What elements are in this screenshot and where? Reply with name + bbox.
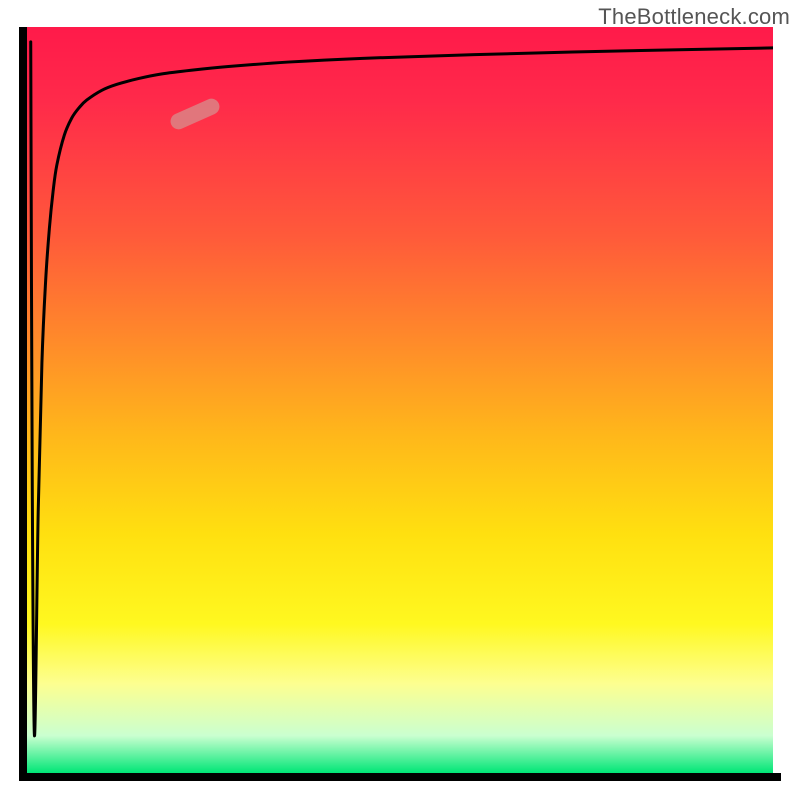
x-axis (19, 773, 781, 781)
plot-background (27, 27, 773, 773)
y-axis (19, 27, 27, 773)
watermark-text: TheBottleneck.com (598, 4, 790, 30)
